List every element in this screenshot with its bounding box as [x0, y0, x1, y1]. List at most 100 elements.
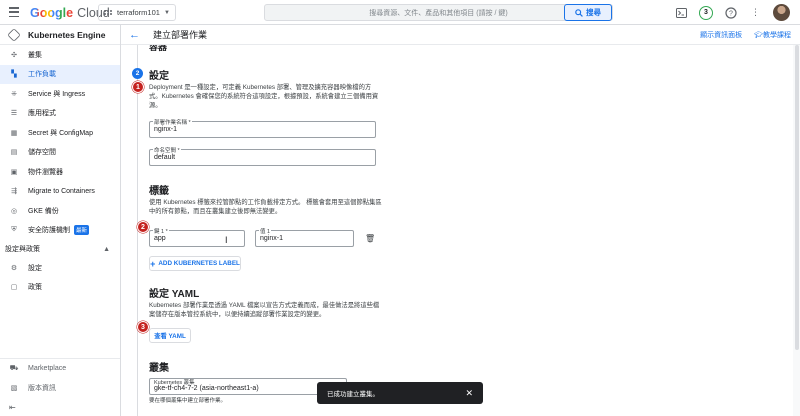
menu-icon[interactable]	[9, 7, 19, 17]
avatar[interactable]	[773, 4, 790, 21]
help-icon[interactable]: ?	[723, 5, 738, 20]
sidebar-item-label: 政策	[28, 284, 42, 292]
project-name: terraform101	[117, 8, 160, 17]
app-root: Google Cloud terraform101 ▼ 搜尋資源、文件、產品和其…	[0, 0, 800, 416]
project-selector[interactable]: terraform101 ▼	[98, 4, 176, 21]
labels-description: 使用 Kubernetes 標籤來控管節點的工作負載排定方式。 標籤會套用至這個…	[149, 199, 382, 215]
sidebar-item-object-browser[interactable]: ▣ 物件瀏覽器	[0, 162, 120, 182]
label-value-field[interactable]: 值 1 nginx-1	[255, 227, 354, 247]
add-kubernetes-label-button[interactable]: + ADD KUBERNETES LABEL	[149, 256, 241, 271]
more-vert-icon[interactable]: ⋮	[748, 5, 763, 20]
sidebar-item-marketplace[interactable]: ⛟ Marketplace	[0, 359, 120, 379]
cluster-select-value[interactable]: gke-tf-ch4-7-2 (asia-northeast1-a)	[154, 385, 259, 392]
plus-icon: +	[150, 258, 156, 269]
sidebar-bottom: ⛟ Marketplace ▧ 版本資訊 ⇤	[0, 358, 120, 416]
svg-text:?: ?	[729, 10, 733, 17]
sidebar-item-label: 版本資訊	[28, 385, 56, 393]
sidebar-item-release-notes[interactable]: ▧ 版本資訊	[0, 379, 120, 399]
sidebar-item-label: 安全防護機制	[28, 227, 70, 235]
sidebar-item-secrets[interactable]: ▦ Secret 與 ConfigMap	[0, 123, 120, 143]
sidebar-item-policy[interactable]: ▢ 政策	[0, 278, 120, 298]
storage-icon: ▤	[10, 149, 18, 157]
labels-section-title: 標籤	[149, 186, 169, 197]
sidebar: Kubernetes Engine ✣ 叢集 ▚ 工作負載 ⁜ Service …	[0, 25, 121, 416]
backup-icon: ◎	[10, 207, 18, 215]
yaml-description: Kubernetes 部署作業是透過 YAML 檔案以宣告方式定義而成，最佳做法…	[149, 302, 380, 318]
graduation-cap-icon: 🎓︎	[754, 32, 763, 39]
collapse-sidebar-icon[interactable]: ⇤	[0, 398, 120, 416]
search-input[interactable]: 搜尋資源、文件、產品和其他項目 (請按 / 鍵)	[265, 8, 612, 18]
label-key-field[interactable]: 鍵 1 * app	[149, 227, 245, 247]
kubernetes-engine-icon	[7, 27, 21, 42]
migrate-icon: ⇶	[11, 188, 17, 196]
logo-google-text: Google	[30, 6, 74, 20]
chevron-down-icon: ▼	[164, 9, 170, 16]
sidebar-item-security[interactable]: ⛨ 安全防護機制 最新	[0, 221, 120, 241]
object-browser-icon: ▣	[10, 168, 18, 176]
sidebar-item-label: 應用程式	[28, 110, 56, 118]
yaml-section-title: 設定 YAML	[149, 289, 200, 300]
label-key-value[interactable]: app	[154, 235, 166, 242]
sidebar-item-label: Marketplace	[28, 365, 67, 373]
sidebar-title: Kubernetes Engine	[28, 29, 106, 40]
tutorial-link[interactable]: 🎓︎教學課程	[754, 30, 791, 40]
search-icon	[575, 8, 583, 17]
close-icon[interactable]: ✕	[465, 388, 473, 399]
scrollbar-thumb[interactable]	[795, 45, 799, 350]
delete-icon[interactable]: 🗑︎	[365, 234, 375, 243]
sidebar-item-backup[interactable]: ◎ GKE 備份	[0, 201, 120, 221]
step-number-badge: 2	[132, 68, 143, 79]
search-button[interactable]: 搜尋	[564, 4, 612, 21]
snackbar-toast: 已成功建立叢集。 ✕	[317, 382, 483, 404]
text-cursor-icon: I	[225, 235, 228, 245]
sidebar-item-label: 設定	[28, 264, 42, 272]
toast-message: 已成功建立叢集。	[327, 391, 379, 398]
back-arrow-icon[interactable]: ←	[129, 29, 140, 41]
deployment-name-field[interactable]: 部署作業名稱 * nginx-1	[149, 118, 376, 138]
cluster-section-title: 叢集	[149, 363, 169, 374]
config-section-title: 設定	[149, 71, 169, 82]
sidebar-item-clusters[interactable]: ✣ 叢集	[0, 45, 120, 65]
sidebar-section-label: 設定與政策	[5, 246, 40, 253]
tutorial-link-label: 教學課程	[763, 32, 791, 39]
namespace-value[interactable]: default	[154, 154, 175, 161]
sidebar-header: Kubernetes Engine	[0, 25, 120, 45]
sidebar-item-label: 工作負載	[28, 71, 56, 79]
sidebar-item-label: 叢集	[28, 51, 42, 59]
page-header: ← 建立部署作業 顯示資訊面板 🎓︎教學課程	[121, 25, 800, 45]
previous-step-title: 容器	[149, 45, 168, 52]
sidebar-item-applications[interactable]: ☰ 應用程式	[0, 104, 120, 124]
security-icon: ⛨	[11, 226, 17, 234]
callout-marker-2: 2	[137, 221, 149, 233]
sidebar-item-migrate[interactable]: ⇶ Migrate to Containers	[0, 182, 120, 202]
sidebar-item-workloads[interactable]: ▚ 工作負載	[0, 64, 120, 84]
label-value-value[interactable]: nginx-1	[260, 235, 283, 242]
sidebar-item-label: 物件瀏覽器	[28, 168, 63, 176]
namespace-label: 命名空間 *	[153, 146, 181, 154]
settings-icon: ⚙	[10, 264, 18, 272]
notifications-badge[interactable]: 3	[699, 5, 713, 20]
callout-marker-3: 3	[137, 321, 149, 333]
view-yaml-button[interactable]: 查看 YAML	[149, 328, 191, 343]
sidebar-item-storage[interactable]: ▤ 儲存空間	[0, 143, 120, 163]
secrets-icon: ▦	[10, 129, 18, 137]
sidebar-item-services[interactable]: ⁜ Service 與 Ingress	[0, 84, 120, 104]
add-label-button-label: ADD KUBERNETES LABEL	[158, 260, 240, 267]
deployment-name-value[interactable]: nginx-1	[154, 126, 177, 133]
label-key-label: 鍵 1 *	[153, 227, 169, 235]
applications-icon: ☰	[10, 110, 18, 118]
chevron-up-icon: ▲	[103, 245, 110, 253]
sidebar-item-config[interactable]: ⚙ 設定	[0, 258, 120, 278]
config-description: Deployment 是一種設定，可定義 Kubernetes 部署、管理及擴充…	[149, 84, 379, 109]
view-yaml-button-label: 查看 YAML	[154, 333, 186, 340]
sidebar-item-label: Secret 與 ConfigMap	[28, 129, 93, 137]
sidebar-item-label: 儲存空間	[28, 149, 56, 157]
release-notes-icon: ▧	[10, 385, 18, 393]
namespace-field[interactable]: 命名空間 * default	[149, 146, 376, 166]
sidebar-section-settings-policies[interactable]: 設定與政策 ▲	[0, 240, 120, 258]
search-button-label: 搜尋	[586, 8, 601, 17]
deployment-name-label: 部署作業名稱 *	[153, 118, 192, 126]
show-info-panel-link[interactable]: 顯示資訊面板	[700, 30, 742, 40]
cloud-shell-icon[interactable]	[674, 5, 689, 20]
search-bar[interactable]: 搜尋資源、文件、產品和其他項目 (請按 / 鍵) 搜尋	[264, 4, 613, 21]
